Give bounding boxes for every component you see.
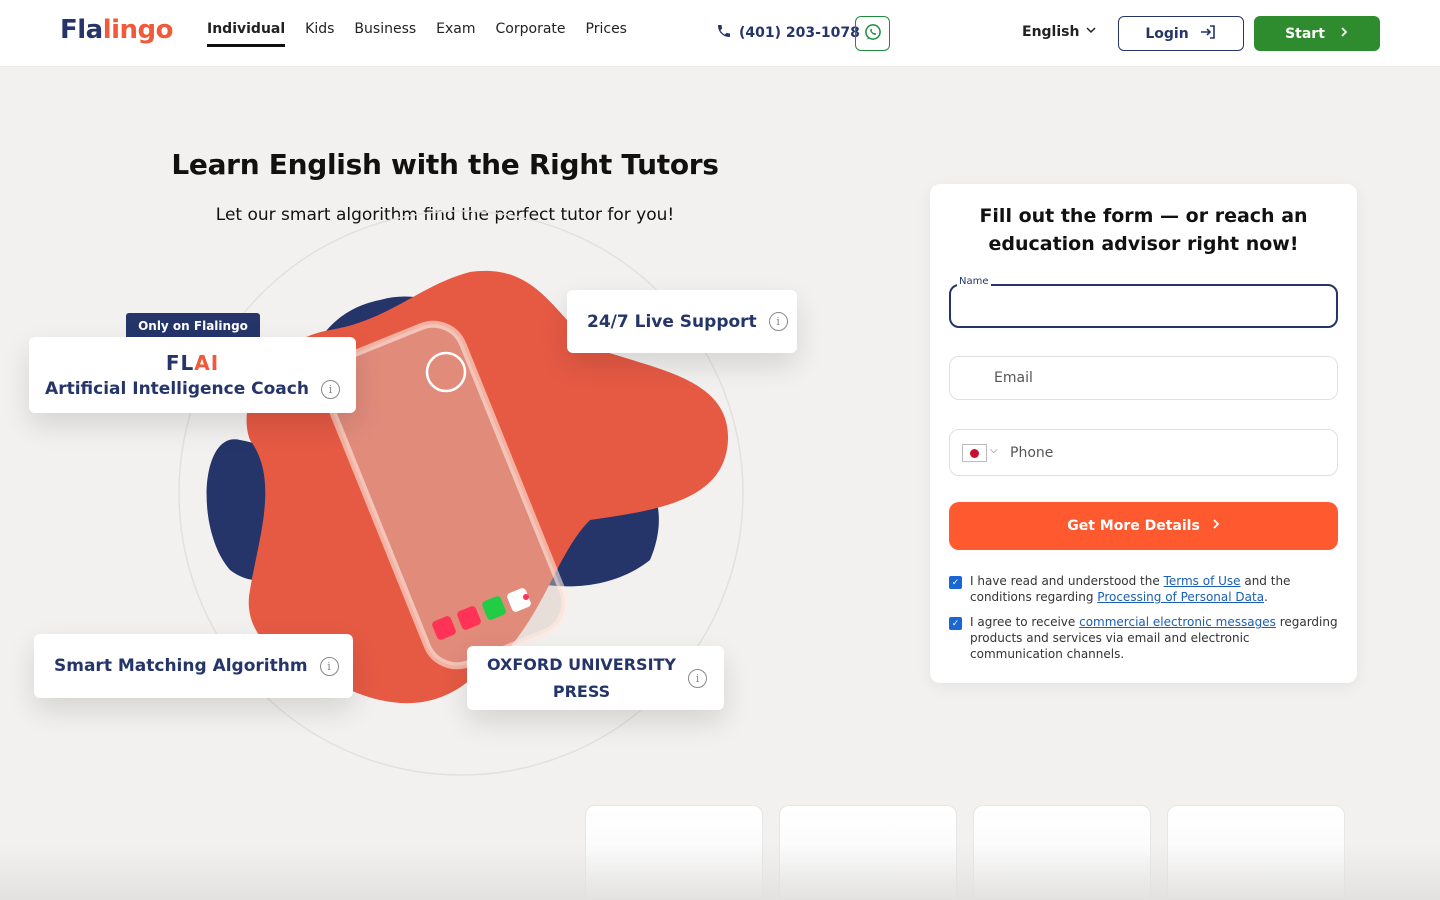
ai-coach-card: FLAI Artificial Intelligence Coach i [29, 337, 356, 413]
marketing-consent: ✓ I agree to receive commercial electron… [949, 614, 1338, 662]
country-flag-selector[interactable] [962, 444, 987, 462]
name-label: Name [957, 276, 991, 287]
chevron-right-icon [1339, 26, 1349, 42]
terms-checkbox[interactable]: ✓ [949, 576, 962, 589]
oxford-card: OXFORD UNIVERSITY PRESS i [467, 646, 724, 710]
oxford-logo-text: OXFORD UNIVERSITY PRESS [487, 655, 677, 701]
terms-of-use-link[interactable]: Terms of Use [1164, 574, 1241, 588]
phone-field: ⌵ [949, 429, 1338, 476]
info-icon[interactable]: i [768, 312, 788, 331]
email-field [949, 356, 1338, 400]
live-support-card: 24/7 Live Support i [567, 290, 797, 353]
phone-input[interactable] [950, 430, 1337, 475]
chevron-down-icon [1085, 24, 1097, 40]
feature-card[interactable] [1167, 805, 1345, 900]
login-icon [1199, 24, 1217, 44]
info-icon[interactable]: i [688, 668, 708, 688]
japan-flag-icon [970, 448, 979, 458]
form-title: Fill out the form — or reach an educatio… [979, 205, 1308, 255]
info-icon[interactable]: i [319, 656, 339, 676]
feature-card[interactable] [779, 805, 957, 900]
language-label: English [1022, 24, 1080, 40]
language-selector[interactable]: English [1022, 24, 1097, 40]
ai-coach-title: Artificial Intelligence Coach [45, 379, 309, 399]
chevron-right-icon [1212, 518, 1220, 534]
smart-matching-title: Smart Matching Algorithm [54, 656, 308, 676]
login-button[interactable]: Login [1118, 16, 1244, 51]
chevron-down-icon[interactable]: ⌵ [990, 445, 998, 456]
start-label: Start [1285, 25, 1325, 42]
live-support-title: 24/7 Live Support [587, 311, 757, 332]
name-field: Name [949, 276, 1338, 328]
get-more-details-button[interactable]: Get More Details [949, 502, 1338, 550]
smart-matching-card: Smart Matching Algorithm i [34, 634, 353, 698]
notification-dot [523, 594, 529, 600]
terms-consent-text: I have read and understood the Terms of … [970, 574, 1291, 604]
commercial-messages-link[interactable]: commercial electronic messages [1079, 615, 1276, 629]
lead-form-panel: Fill out the form — or reach an educatio… [930, 184, 1357, 683]
flai-logo: FLAI [165, 351, 220, 375]
terms-consent: ✓ I have read and understood the Terms o… [949, 573, 1338, 605]
login-label: Login [1145, 25, 1189, 42]
name-input[interactable] [951, 286, 1336, 326]
marketing-checkbox[interactable]: ✓ [949, 617, 962, 630]
marketing-consent-text: I agree to receive commercial electronic… [970, 615, 1338, 661]
personal-data-link[interactable]: Processing of Personal Data [1097, 590, 1264, 604]
info-icon[interactable]: i [320, 379, 340, 399]
only-on-flalingo-badge: Only on Flalingo [126, 313, 260, 339]
feature-card[interactable] [585, 805, 763, 900]
submit-label: Get More Details [1067, 518, 1200, 534]
feature-card[interactable] [973, 805, 1151, 900]
start-button[interactable]: Start [1254, 16, 1380, 51]
email-input[interactable] [950, 357, 1337, 399]
